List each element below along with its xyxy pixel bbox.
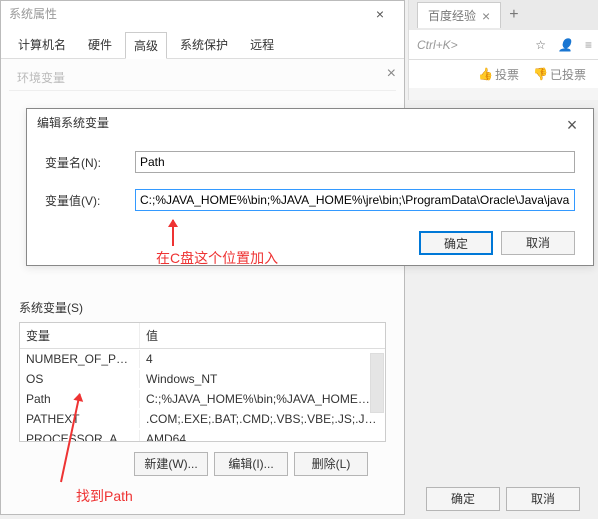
table-header: 变量 值 (20, 323, 385, 349)
variable-value-row: 变量值(V): (45, 189, 575, 211)
tab-advanced[interactable]: 高级 (125, 32, 167, 59)
col-header-value[interactable]: 值 (140, 323, 385, 348)
vote-button[interactable]: 👍 投票 (478, 66, 519, 83)
col-header-name[interactable]: 变量 (20, 323, 140, 348)
env-vars-label: 环境变量 (17, 71, 65, 85)
tab-computer-name[interactable]: 计算机名 (9, 31, 75, 58)
variable-name-row: 变量名(N): (45, 151, 575, 173)
env-vars-subheader: 环境变量 × (9, 65, 396, 91)
table-row[interactable]: NUMBER_OF_PR... 4 (20, 349, 385, 369)
close-icon[interactable]: × (360, 1, 400, 27)
tab-remote[interactable]: 远程 (241, 31, 283, 58)
tab-hardware[interactable]: 硬件 (79, 31, 121, 58)
browser-tab[interactable]: 百度经验 × (417, 2, 501, 28)
scrollbar[interactable] (370, 353, 384, 413)
close-icon[interactable]: × (482, 8, 490, 24)
dialog-titlebar: 编辑系统变量 × (27, 109, 593, 137)
variable-value-label: 变量值(V): (45, 192, 135, 209)
dialog-title: 编辑系统变量 (37, 116, 109, 130)
address-hint: Ctrl+K> (417, 38, 458, 52)
envvars-okcancel: 确定 取消 (426, 487, 580, 511)
ok-button[interactable]: 确定 (419, 231, 493, 255)
window-title: 系统属性 (9, 7, 57, 21)
star-icon[interactable]: ☆ (535, 38, 546, 52)
window-titlebar: 系统属性 × (1, 1, 404, 27)
tab-protection[interactable]: 系统保护 (171, 31, 237, 58)
variable-name-label: 变量名(N): (45, 154, 135, 171)
ok-button[interactable]: 确定 (426, 487, 500, 511)
edit-button[interactable]: 编辑(I)... (214, 452, 288, 476)
table-row[interactable]: PROCESSOR_AR... AMD64 (20, 429, 385, 442)
new-tab-button[interactable]: + (501, 6, 526, 24)
variable-name-input[interactable] (135, 151, 575, 173)
cancel-button[interactable]: 取消 (506, 487, 580, 511)
close-icon[interactable]: × (387, 65, 396, 83)
system-variables-group: 系统变量(S) 变量 值 NUMBER_OF_PR... 4 OS Window… (19, 299, 386, 476)
dialog-form: 变量名(N): 变量值(V): (27, 137, 593, 211)
address-bar[interactable]: Ctrl+K> ☆ 👤 ≡ (409, 30, 598, 60)
table-row[interactable]: OS Windows_NT (20, 369, 385, 389)
person-icon[interactable]: 👤 (558, 38, 573, 52)
variable-value-input[interactable] (135, 189, 575, 211)
tab-strip: 计算机名 硬件 高级 系统保护 远程 (1, 27, 404, 59)
delete-button[interactable]: 删除(L) (294, 452, 368, 476)
annotation-arrow-icon (172, 220, 174, 246)
browser-window: 百度经验 × + Ctrl+K> ☆ 👤 ≡ 👍 投票 👎 已投票 (408, 0, 598, 100)
new-button[interactable]: 新建(W)... (134, 452, 208, 476)
dialog-button-row: 确定 取消 (27, 227, 593, 255)
browser-tab-row: 百度经验 × + (409, 0, 598, 30)
close-icon[interactable]: × (557, 111, 587, 139)
sysvars-button-row: 新建(W)... 编辑(I)... 删除(L) (37, 452, 368, 476)
system-variables-label: 系统变量(S) (19, 299, 386, 316)
cancel-button[interactable]: 取消 (501, 231, 575, 255)
edit-system-variable-dialog: 编辑系统变量 × 变量名(N): 变量值(V): 确定 取消 (26, 108, 594, 266)
page-toolbar: 👍 投票 👎 已投票 (409, 60, 598, 88)
voted-label[interactable]: 👎 已投票 (533, 66, 586, 83)
browser-tab-label: 百度经验 (428, 7, 476, 24)
menu-icon[interactable]: ≡ (585, 38, 590, 52)
